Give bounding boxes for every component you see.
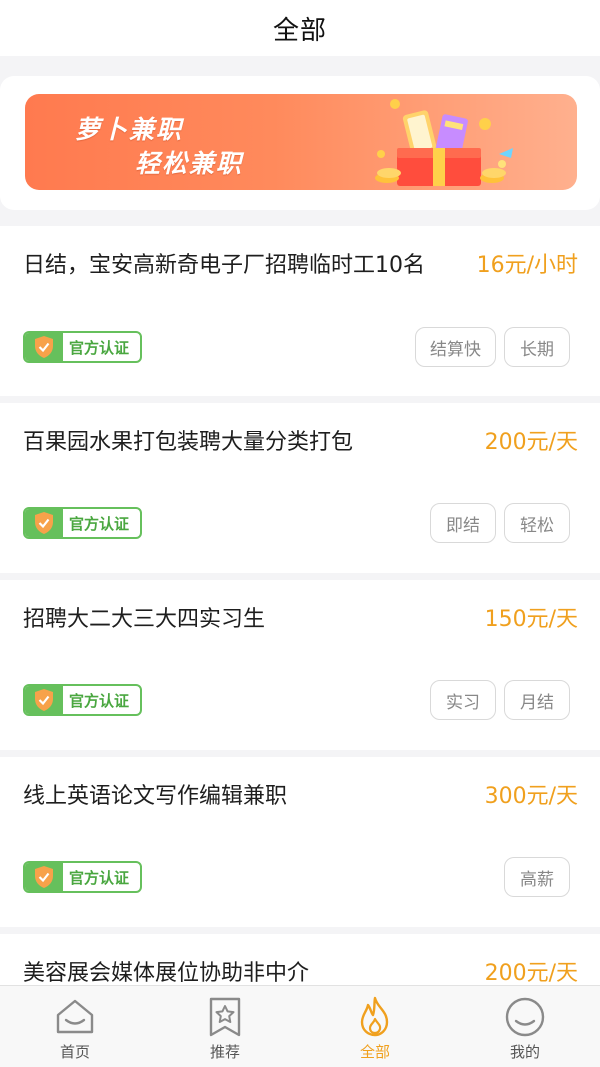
tab-recommend[interactable]: 推荐	[150, 986, 300, 1067]
cert-label: 官方认证	[69, 514, 130, 533]
tab-label: 推荐	[209, 1043, 240, 1061]
tab-label: 全部	[359, 1043, 390, 1061]
tab-home[interactable]: 首页	[0, 986, 150, 1067]
bottom-tab-bar: 首页 推荐 全部 我的	[0, 985, 600, 1067]
job-tag: 即结	[430, 503, 496, 543]
tab-label: 我的	[509, 1043, 540, 1061]
promo-banner[interactable]: 萝卜兼职 轻松兼职	[25, 94, 577, 190]
job-card[interactable]: 线上英语论文写作编辑兼职 300元/天 官方认证 高薪	[0, 757, 600, 927]
top-bar: 全部	[0, 0, 600, 56]
page-title: 全部	[272, 15, 327, 46]
bookmark-star-icon	[209, 997, 241, 1037]
job-card[interactable]: 招聘大二大三大四实习生 150元/天 官方认证 实习 月结	[0, 580, 600, 750]
shield-icon	[25, 686, 63, 714]
shield-icon	[25, 333, 63, 361]
cert-label: 官方认证	[69, 338, 130, 357]
job-tags: 结算快 长期	[415, 327, 570, 367]
job-tag: 高薪	[504, 857, 570, 897]
job-title: 招聘大二大三大四实习生	[23, 607, 266, 632]
job-tag: 轻松	[504, 503, 570, 543]
official-cert-badge: 官方认证	[23, 331, 142, 363]
home-icon	[56, 999, 94, 1034]
job-pay: 150元/天	[484, 607, 578, 632]
official-cert-badge: 官方认证	[23, 684, 142, 716]
job-tags: 高薪	[504, 857, 570, 897]
smile-face-icon	[505, 997, 545, 1037]
job-card[interactable]: 百果园水果打包装聘大量分类打包 200元/天 官方认证 即结 轻松	[0, 403, 600, 573]
tab-all[interactable]: 全部	[300, 986, 450, 1067]
shield-icon	[25, 863, 63, 891]
job-tags: 实习 月结	[430, 680, 570, 720]
job-pay: 16元/小时	[476, 253, 578, 278]
job-pay: 300元/天	[484, 784, 578, 809]
job-tag: 实习	[430, 680, 496, 720]
job-title: 日结，宝安高新奇电子厂招聘临时工10名	[23, 253, 425, 278]
job-pay: 200元/天	[484, 430, 578, 455]
banner-slogan-text: 轻松兼职	[135, 149, 244, 178]
cert-label: 官方认证	[69, 691, 130, 710]
job-tag: 长期	[504, 327, 570, 367]
official-cert-badge: 官方认证	[23, 507, 142, 539]
tab-label: 首页	[59, 1043, 90, 1061]
official-cert-badge: 官方认证	[23, 861, 142, 893]
job-title: 线上英语论文写作编辑兼职	[23, 784, 288, 809]
shield-icon	[25, 509, 63, 537]
job-title: 百果园水果打包装聘大量分类打包	[23, 430, 354, 455]
job-tag: 结算快	[415, 327, 496, 367]
flame-icon	[360, 996, 389, 1037]
app-screen: 全部 萝卜兼职 轻松兼职 日结，宝安高新奇电子厂招聘临时工10名 16元/小时 …	[0, 0, 600, 1067]
job-card[interactable]: 日结，宝安高新奇电子厂招聘临时工10名 16元/小时 官方认证 结算快 长期	[0, 226, 600, 396]
gift-box-illustration	[375, 99, 513, 186]
job-tags: 即结 轻松	[430, 503, 570, 543]
tab-mine[interactable]: 我的	[450, 986, 600, 1067]
job-tag: 月结	[504, 680, 570, 720]
banner-container: 萝卜兼职 轻松兼职	[0, 76, 600, 210]
banner-brand-text: 萝卜兼职	[75, 115, 184, 144]
cert-label: 官方认证	[69, 868, 130, 887]
